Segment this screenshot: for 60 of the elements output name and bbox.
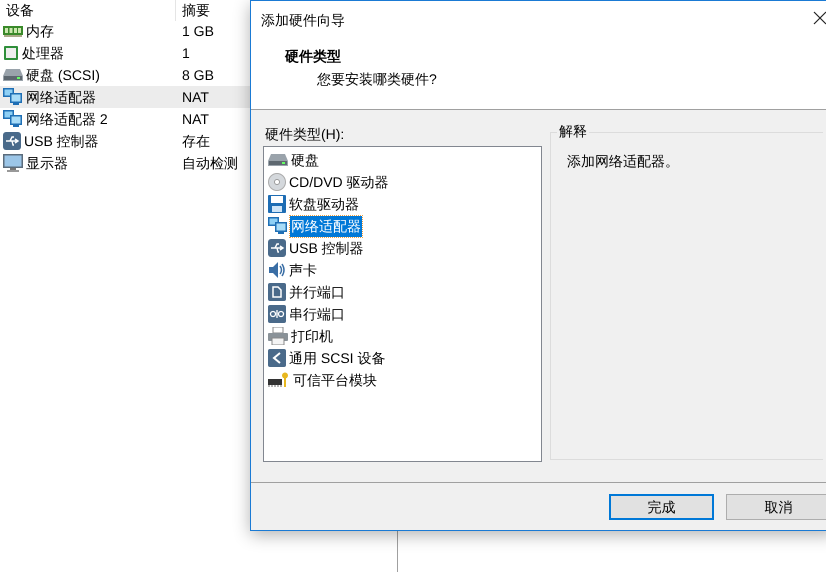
device-row[interactable]: 内存 1 GB xyxy=(0,20,250,42)
usb-icon xyxy=(268,239,286,257)
device-row[interactable]: USB 控制器 存在 xyxy=(0,130,250,152)
explanation-text: 添加网络适配器。 xyxy=(567,152,679,171)
device-row[interactable]: 显示器 自动检测 xyxy=(0,152,250,174)
hardware-item[interactable]: 并行端口 xyxy=(288,282,346,302)
page-heading: 硬件类型 xyxy=(285,47,341,66)
printer-icon xyxy=(268,327,288,345)
hardware-item[interactable]: 软盘驱动器 xyxy=(288,194,360,214)
hardware-item[interactable]: CD/DVD 驱动器 xyxy=(288,172,390,192)
device-name: USB 控制器 xyxy=(24,132,99,150)
close-icon[interactable] xyxy=(813,11,826,25)
device-name: 网络适配器 2 xyxy=(26,110,108,128)
document-icon xyxy=(268,283,286,301)
hardware-list[interactable]: 硬盘 CD/DVD 驱动器 软盘驱动器 网络适配器 USB 控制器 声卡 并行端口 串行端口 打印机 通用 SCSI 设备 可信平台模块 xyxy=(263,146,542,462)
device-row[interactable]: 硬盘 (SCSI) 8 GB xyxy=(0,64,250,86)
device-summary: 8 GB xyxy=(181,66,214,84)
device-summary: 1 GB xyxy=(181,22,214,40)
device-summary: 自动检测 xyxy=(181,154,238,172)
usb-icon xyxy=(3,132,21,150)
hardware-item[interactable]: USB 控制器 xyxy=(288,238,365,258)
hardware-item[interactable]: 硬盘 xyxy=(290,150,320,170)
column-header[interactable]: 摘要 xyxy=(176,0,210,20)
hardware-item[interactable]: 串行端口 xyxy=(288,304,346,324)
hardware-item[interactable]: 声卡 xyxy=(288,260,318,280)
window-title: 添加硬件向导 xyxy=(261,11,345,30)
memory-icon xyxy=(3,25,23,37)
network-icon xyxy=(3,110,23,128)
cancel-button[interactable]: 取消 xyxy=(726,494,826,520)
chip-icon xyxy=(3,45,19,61)
device-name: 内存 xyxy=(26,22,54,40)
monitor-icon xyxy=(3,154,23,172)
hardware-item[interactable]: 网络适配器 xyxy=(290,216,362,236)
device-summary: NAT xyxy=(181,88,209,106)
hardware-item[interactable]: 通用 SCSI 设备 xyxy=(288,348,386,368)
device-name: 处理器 xyxy=(22,44,64,62)
device-row[interactable]: 网络适配器 2 NAT xyxy=(0,108,250,130)
device-summary: 存在 xyxy=(181,132,210,150)
disc-icon xyxy=(268,173,286,191)
page-subheading: 您要安装哪类硬件? xyxy=(317,70,437,89)
device-summary: NAT xyxy=(181,110,209,128)
disk-drive-icon xyxy=(268,153,288,167)
network-icon xyxy=(3,88,23,106)
device-row[interactable]: 网络适配器 NAT xyxy=(0,86,250,108)
device-name: 硬盘 (SCSI) xyxy=(26,66,100,85)
floppy-icon xyxy=(268,195,286,213)
column-header[interactable]: 设备 xyxy=(0,0,176,20)
device-name: 网络适配器 xyxy=(26,88,96,106)
network-icon xyxy=(268,217,288,235)
chip-key-icon xyxy=(268,372,290,388)
device-row[interactable]: 处理器 1 xyxy=(0,42,250,64)
serial-port-icon xyxy=(268,305,286,323)
list-label: 硬件类型(H): xyxy=(264,125,346,144)
hardware-item[interactable]: 可信平台模块 xyxy=(292,370,378,390)
speaker-icon xyxy=(268,261,286,279)
device-summary: 1 xyxy=(181,44,190,62)
disk-drive-icon xyxy=(3,68,23,82)
device-name: 显示器 xyxy=(26,154,68,172)
hardware-item[interactable]: 打印机 xyxy=(290,326,334,346)
finish-button[interactable]: 完成 xyxy=(609,494,714,520)
